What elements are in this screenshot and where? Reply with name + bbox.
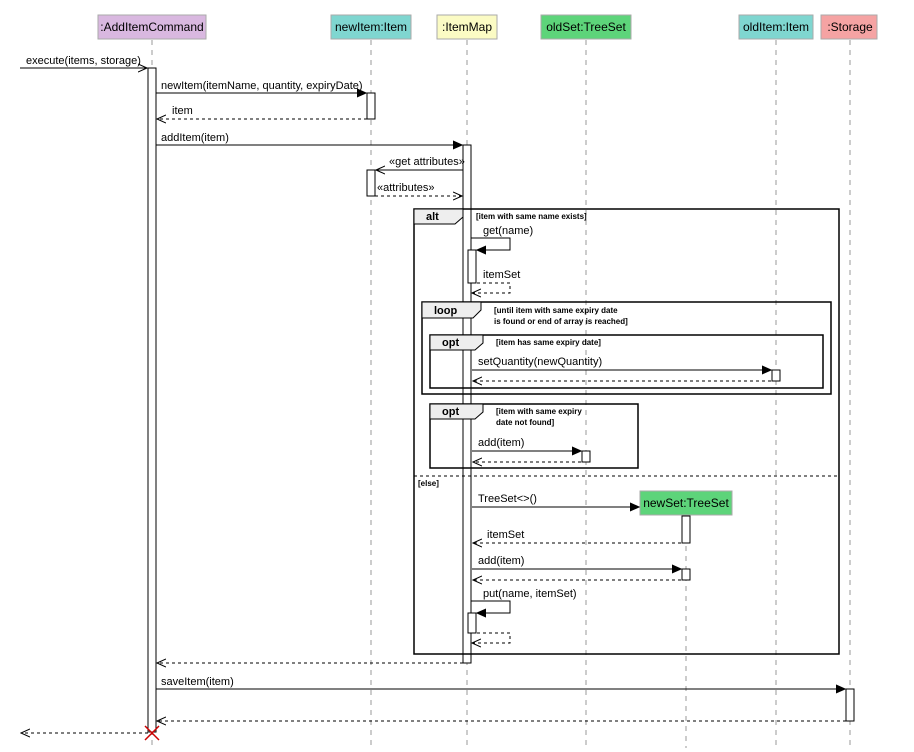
fragment-keyword: alt [426, 211, 439, 223]
participant-newitem: newItem:Item [330, 14, 412, 40]
message-put: put(name, itemSet) [471, 588, 577, 613]
message-arrow [471, 600, 511, 613]
message-label: add(item) [478, 555, 524, 567]
message-label: get(name) [483, 225, 533, 237]
participant-additemcommand: :AddItemCommand [97, 14, 207, 40]
message-label: itemSet [487, 529, 524, 541]
message-label: «get attributes» [389, 156, 465, 168]
message-set-quantity: setQuantity(newQuantity) [472, 356, 771, 370]
message-label: setQuantity(newQuantity) [478, 356, 602, 368]
message-label: add(item) [478, 437, 524, 449]
message-add-item-old: add(item) [472, 437, 581, 451]
message-arrow [471, 237, 511, 250]
activation-itemmap-get [467, 249, 477, 284]
fragment-guard: [item has same expiry date] [496, 338, 601, 347]
participant-newset: newSet:TreeSet [639, 490, 733, 516]
participant-label: :Storage [827, 20, 873, 34]
message-label: saveItem(item) [161, 676, 234, 688]
message-execute: execute(items, storage) [20, 55, 147, 68]
fragment-keyword: loop [434, 305, 457, 317]
fragment-guard-line2: date not found] [496, 418, 555, 427]
fragment-guard: [item with same name exists] [476, 212, 587, 221]
message-new-item: newItem(itemName, quantity, expiryDate) [156, 80, 366, 93]
message-label: «attributes» [377, 182, 434, 194]
participant-label: oldSet:TreeSet [546, 20, 626, 34]
message-save-item: saveItem(item) [156, 676, 845, 689]
message-get-attributes: «get attributes» [376, 156, 465, 170]
fragment-guard-line1: [item with same expiry [496, 407, 582, 416]
fragment-opt-outer: opt [item with same expiry date not foun… [429, 403, 639, 469]
participant-olditem: oldItem:Item [738, 14, 814, 40]
activation-newitem [366, 92, 376, 120]
message-item-return: item [157, 105, 367, 119]
activation-additemcommand [147, 67, 157, 733]
fragment-keyword: opt [442, 406, 459, 418]
activation-olditem [771, 369, 781, 382]
fragment-loop: loop [until item with same expiry date i… [421, 301, 832, 395]
message-arrow [472, 632, 511, 643]
message-label: TreeSet<>() [478, 493, 537, 505]
message-label: execute(items, storage) [26, 55, 141, 67]
message-add-item-new: add(item) [472, 555, 681, 569]
activation-oldset [581, 450, 591, 463]
activation-newitem-attrs [366, 169, 376, 197]
participant-storage: :Storage [820, 14, 878, 40]
message-put-return [472, 632, 511, 643]
participant-itemmap: :ItemMap [436, 14, 498, 40]
message-item-set-return: itemSet [472, 269, 520, 293]
participant-oldset: oldSet:TreeSet [540, 14, 632, 40]
fragment-keyword: opt [442, 337, 459, 349]
message-label: newItem(itemName, quantity, expiryDate) [161, 80, 363, 92]
message-attributes: «attributes» [375, 182, 462, 196]
message-label: addItem(item) [161, 132, 229, 144]
participant-label: newItem:Item [335, 20, 407, 34]
activation-newset-create [681, 515, 691, 544]
activation-newset-add [681, 568, 691, 581]
message-get-name: get(name) [471, 225, 533, 250]
message-arrow [472, 282, 511, 293]
message-add-item: addItem(item) [156, 132, 462, 145]
message-item-set-return2: itemSet [473, 529, 681, 543]
fragment-else-guard: [else] [418, 479, 439, 488]
activation-storage [845, 688, 855, 722]
fragment-guard-line2: is found or end of array is reached] [494, 317, 628, 326]
sequence-diagram: :AddItemCommand newItem:Item :ItemMap ol… [20, 14, 878, 748]
fragment-frame [413, 208, 840, 655]
activation-itemmap-put [467, 612, 477, 634]
participant-label: :AddItemCommand [100, 20, 203, 34]
participant-label: :ItemMap [442, 20, 492, 34]
message-label: put(name, itemSet) [483, 588, 577, 600]
fragment-guard-line1: [until item with same expiry date [494, 306, 618, 315]
participant-label: newSet:TreeSet [643, 496, 729, 510]
message-treeset-create: TreeSet<>() [472, 493, 639, 507]
fragment-frame [421, 301, 832, 395]
message-label: itemSet [483, 269, 520, 281]
message-label: item [172, 105, 193, 117]
fragment-alt: alt [item with same name exists] [else] [413, 208, 840, 655]
participant-label: oldItem:Item [743, 20, 809, 34]
